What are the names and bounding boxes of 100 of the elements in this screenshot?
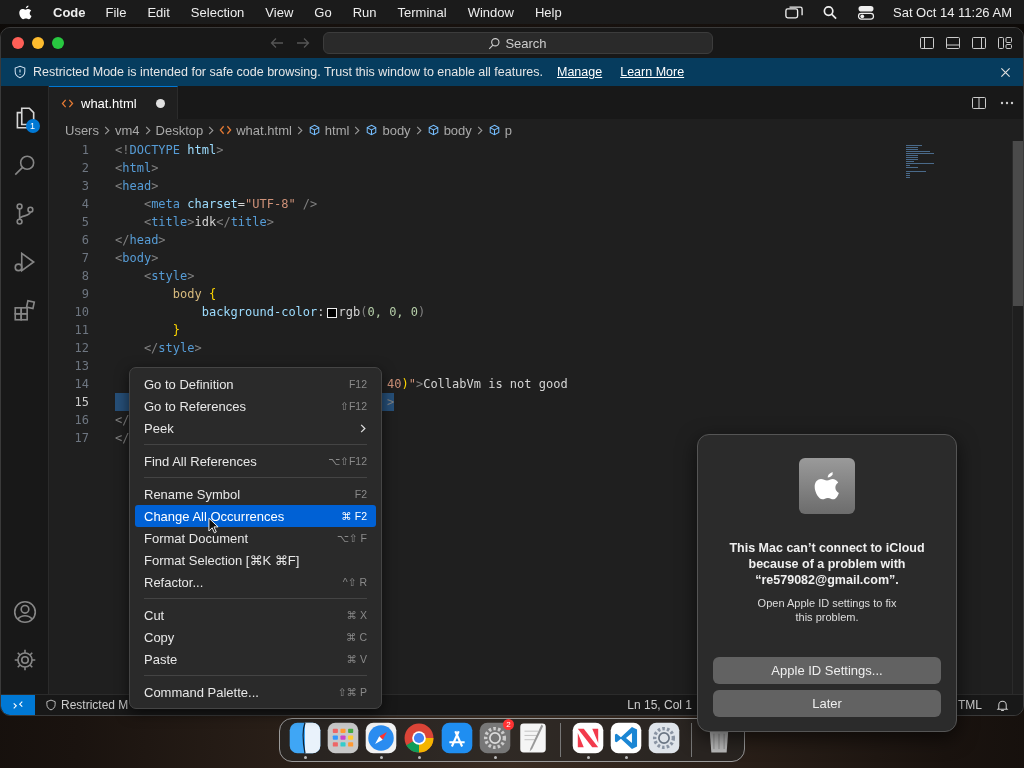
editor-tab[interactable]: what.html	[49, 86, 178, 119]
split-editor-icon[interactable]	[971, 94, 987, 111]
gear-icon[interactable]	[478, 721, 512, 755]
banner-link[interactable]: Learn More	[620, 65, 685, 79]
breadcrumb-item[interactable]: vm4	[114, 122, 140, 138]
shield-icon	[45, 699, 57, 711]
bracket-icon[interactable]	[609, 721, 643, 755]
remote-arrows-icon	[12, 699, 24, 711]
gear-icon[interactable]	[647, 721, 681, 755]
menu-item[interactable]: Format Document ⌥⇧ F	[135, 527, 376, 549]
menu-item[interactable]: Selection	[190, 4, 245, 20]
line-number: 9	[80, 287, 89, 301]
dialog-button[interactable]: Later	[713, 690, 941, 717]
breadcrumb-item[interactable]: body	[426, 122, 472, 138]
menu-item[interactable]: Find All References ⌥⇧F12	[135, 450, 376, 472]
account-icon[interactable]	[11, 599, 38, 625]
line-number: 15	[73, 395, 89, 409]
panel-layout-icon[interactable]	[945, 35, 961, 51]
toggles-icon[interactable]	[857, 4, 875, 20]
menu-item[interactable]: Change All Occurrences ⌘ F2	[135, 505, 376, 527]
menu-item[interactable]: Go to References ⇧F12	[135, 395, 376, 417]
menu-item[interactable]: View	[265, 4, 294, 20]
chevron-icon	[143, 124, 152, 136]
line-number: 5	[80, 215, 89, 229]
cube-icon	[487, 124, 501, 136]
menu-item[interactable]: File	[105, 4, 127, 20]
clock-text[interactable]: Sat Oct 14 11:26 AM	[893, 4, 1012, 20]
chevron-icon	[102, 124, 111, 136]
apple-logo-icon[interactable]	[18, 3, 33, 21]
code-line: <body>	[115, 250, 159, 267]
line-number: 4	[80, 197, 89, 211]
line-number: 12	[73, 341, 89, 355]
menu-item[interactable]: Edit	[147, 4, 170, 20]
menu-item[interactable]: Go	[314, 4, 332, 20]
activity-bar-item[interactable]: 1	[1, 94, 49, 142]
apple-logo-icon	[799, 458, 855, 514]
letter-a-icon[interactable]	[440, 721, 474, 755]
line-number: 17	[73, 431, 89, 445]
code-line: background-color: rgb(0, 0, 0)	[200, 304, 426, 321]
code-brackets-icon	[219, 124, 233, 136]
count-badge: 1	[25, 119, 40, 133]
menu-item[interactable]: Copy ⌘ C	[135, 626, 376, 648]
banner-link[interactable]: Manage	[557, 65, 603, 79]
breadcrumb-item[interactable]: html	[307, 122, 350, 138]
cube-icon	[365, 124, 379, 136]
ribbon-icon[interactable]	[571, 721, 605, 755]
menu-item[interactable]: Cut ⌘ X	[135, 604, 376, 626]
dialog-message: Open Apple ID settings to fix this problem.	[756, 596, 898, 624]
menu-item[interactable]: Run	[352, 4, 377, 20]
close-window-button[interactable]	[12, 37, 24, 49]
line-number: 10	[73, 305, 89, 319]
code-line: body {	[171, 286, 217, 303]
menu-item[interactable]: Help	[534, 4, 562, 20]
compass-icon[interactable]	[364, 721, 398, 755]
menu-item[interactable]: Rename Symbol F2	[135, 483, 376, 505]
code-line: </head>	[115, 232, 166, 249]
line-number: 8	[80, 269, 89, 283]
line-number: 3	[80, 179, 89, 193]
remote-button[interactable]	[1, 695, 35, 715]
breadcrumb-item[interactable]: Desktop	[155, 122, 204, 138]
code-line: </	[115, 412, 130, 429]
menu-item[interactable]: Paste ⌘ V	[135, 648, 376, 670]
ring-icon[interactable]	[402, 721, 436, 755]
close-icon[interactable]	[1000, 66, 1011, 78]
menu-item[interactable]: Format Selection [⌘K ⌘F]	[135, 549, 376, 571]
menu-item[interactable]: Go to Definition F12	[135, 373, 376, 395]
search-icon[interactable]	[821, 4, 839, 20]
screens-icon[interactable]	[785, 4, 803, 20]
minimize-window-button[interactable]	[32, 37, 44, 49]
line-number: 13	[73, 359, 89, 373]
grid-icon[interactable]	[326, 721, 360, 755]
breadcrumb-item[interactable]: Users	[65, 122, 99, 138]
sidebar-layout-icon[interactable]	[919, 35, 935, 51]
breadcrumb-item[interactable]: what.html	[219, 122, 292, 138]
scrollbar-thumb[interactable]	[1013, 141, 1023, 306]
menu-item[interactable]: Window	[467, 4, 514, 20]
split-square-icon[interactable]	[288, 721, 322, 755]
menu-item[interactable]: Peek	[135, 417, 376, 439]
code-line: 40)">CollabVm is not good	[387, 376, 568, 393]
secondary-sidebar-icon[interactable]	[971, 35, 987, 51]
app-menu[interactable]: Code	[53, 4, 86, 20]
breadcrumb-item[interactable]: body	[365, 122, 411, 138]
menu-item[interactable]: Refactor... ^⇧ R	[135, 571, 376, 593]
dialog-button[interactable]: Apple ID Settings...	[713, 657, 941, 684]
code-line: <style>	[142, 268, 195, 285]
code-line: <html>	[115, 160, 159, 177]
customize-layout-icon[interactable]	[997, 35, 1013, 51]
chevron-icon	[295, 124, 304, 136]
zoom-window-button[interactable]	[52, 37, 64, 49]
menu-item[interactable]: Terminal	[397, 4, 447, 20]
chevron-icon	[353, 124, 362, 136]
line-number: 14	[73, 377, 89, 391]
breadcrumb-item[interactable]: p	[487, 122, 513, 138]
search-field[interactable]: Search	[322, 32, 713, 54]
bell-icon[interactable]	[996, 698, 1009, 712]
chevron-icon	[207, 124, 216, 136]
line-number: 6	[80, 233, 89, 247]
code-brackets-icon	[61, 97, 74, 109]
search-icon	[488, 36, 502, 50]
code-line: <meta charset="UTF-8" />	[142, 196, 318, 213]
